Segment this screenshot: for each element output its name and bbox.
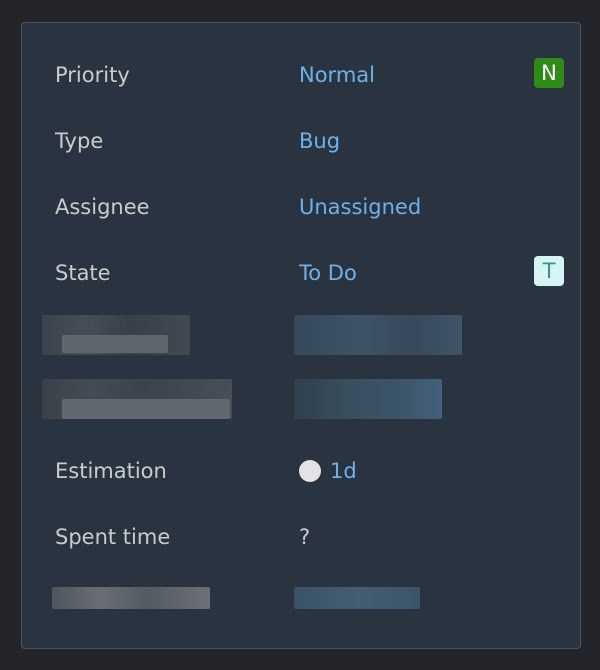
redacted-field-row (22, 313, 580, 355)
field-label-assignee: Assignee (55, 195, 150, 219)
priority-badge: N (534, 58, 564, 88)
issue-fields-panel: Priority Normal N Type Bug Assignee Unas… (21, 22, 581, 649)
redacted-field-row (22, 583, 580, 623)
field-row-assignee: Assignee Unassigned (22, 187, 580, 227)
field-label-spent-time: Spent time (55, 525, 171, 549)
field-label-type: Type (55, 129, 104, 153)
redacted-label (52, 587, 210, 609)
redacted-label-mark (62, 335, 168, 353)
field-row-state: State To Do T (22, 253, 580, 293)
state-value[interactable]: To Do (299, 261, 357, 285)
circle-icon (299, 460, 321, 482)
redacted-value[interactable] (294, 379, 442, 419)
type-value[interactable]: Bug (299, 129, 340, 153)
field-label-state: State (55, 261, 111, 285)
field-label-estimation: Estimation (55, 459, 167, 483)
field-row-spent-time: Spent time ? (22, 517, 580, 557)
spent-time-value[interactable]: ? (299, 525, 310, 549)
assignee-value[interactable]: Unassigned (299, 195, 421, 219)
field-label-priority: Priority (55, 63, 130, 87)
estimation-value[interactable]: 1d (299, 459, 357, 483)
redacted-field-row (22, 377, 580, 419)
redacted-value[interactable] (294, 315, 462, 355)
priority-value[interactable]: Normal (299, 63, 375, 87)
field-row-priority: Priority Normal N (22, 55, 580, 95)
state-badge: T (534, 256, 564, 286)
estimation-value-text: 1d (330, 459, 357, 483)
redacted-value[interactable] (294, 587, 420, 609)
field-row-estimation: Estimation 1d (22, 451, 580, 491)
field-row-type: Type Bug (22, 121, 580, 161)
redacted-label-mark (62, 399, 230, 419)
